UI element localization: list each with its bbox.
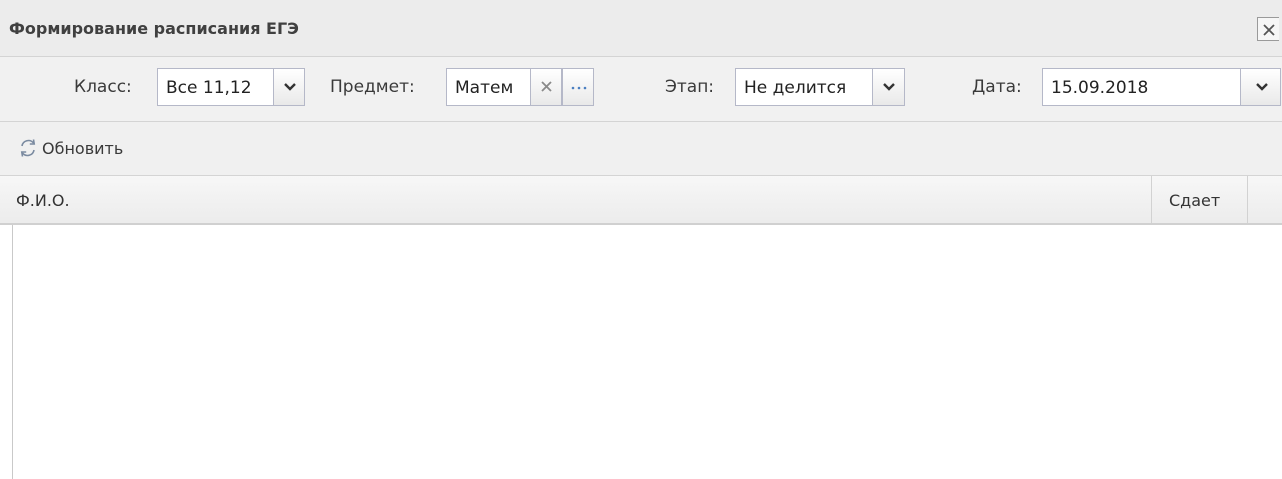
stage-combobox[interactable]: Не делится [735, 68, 905, 106]
stage-label: Этап: [665, 77, 715, 97]
refresh-icon [20, 139, 36, 157]
class-value: Все 11,12 [166, 78, 252, 98]
date-picker-button[interactable] [1240, 68, 1281, 106]
close-button[interactable] [1257, 17, 1279, 41]
subject-selector[interactable]: Матем [446, 68, 594, 106]
refresh-label: Обновить [42, 139, 124, 158]
grid-left-border [12, 225, 13, 479]
column-header-name-label: Ф.И.О. [16, 191, 70, 210]
class-dropdown-button[interactable] [273, 68, 305, 106]
close-icon [1263, 24, 1275, 36]
class-label: Класс: [74, 77, 132, 97]
class-combobox[interactable]: Все 11,12 [157, 68, 305, 106]
schedule-window: Формирование расписания ЕГЭ Класс: Все 1… [0, 0, 1282, 479]
stage-dropdown-button[interactable] [872, 68, 905, 106]
grid-body[interactable] [0, 225, 1282, 479]
column-header-takes-label: Сдает [1169, 191, 1221, 210]
subject-clear-button[interactable] [530, 68, 562, 106]
column-header-spacer [1248, 176, 1282, 223]
window-titlebar: Формирование расписания ЕГЭ [0, 0, 1282, 57]
stage-value: Не делится [744, 78, 847, 98]
ellipsis-icon [571, 86, 587, 90]
column-header-name[interactable]: Ф.И.О. [0, 176, 1152, 223]
date-label: Дата: [972, 77, 1022, 97]
grid-toolbar: Обновить [0, 122, 1282, 176]
date-value: 15.09.2018 [1051, 78, 1149, 98]
subject-value: Матем [455, 78, 514, 98]
grid-header: Ф.И.О. Сдает [0, 176, 1282, 225]
chevron-down-icon [1256, 83, 1268, 91]
chevron-down-icon [284, 83, 296, 91]
filter-bar: Класс: Все 11,12 Предмет: Матем Этап: Не… [0, 57, 1282, 122]
date-field[interactable]: 15.09.2018 [1042, 68, 1281, 106]
subject-browse-button[interactable] [562, 68, 594, 106]
clear-icon [541, 81, 552, 92]
window-title: Формирование расписания ЕГЭ [9, 19, 299, 38]
subject-label: Предмет: [330, 77, 415, 97]
chevron-down-icon [883, 83, 895, 91]
column-header-takes[interactable]: Сдает [1152, 176, 1248, 223]
